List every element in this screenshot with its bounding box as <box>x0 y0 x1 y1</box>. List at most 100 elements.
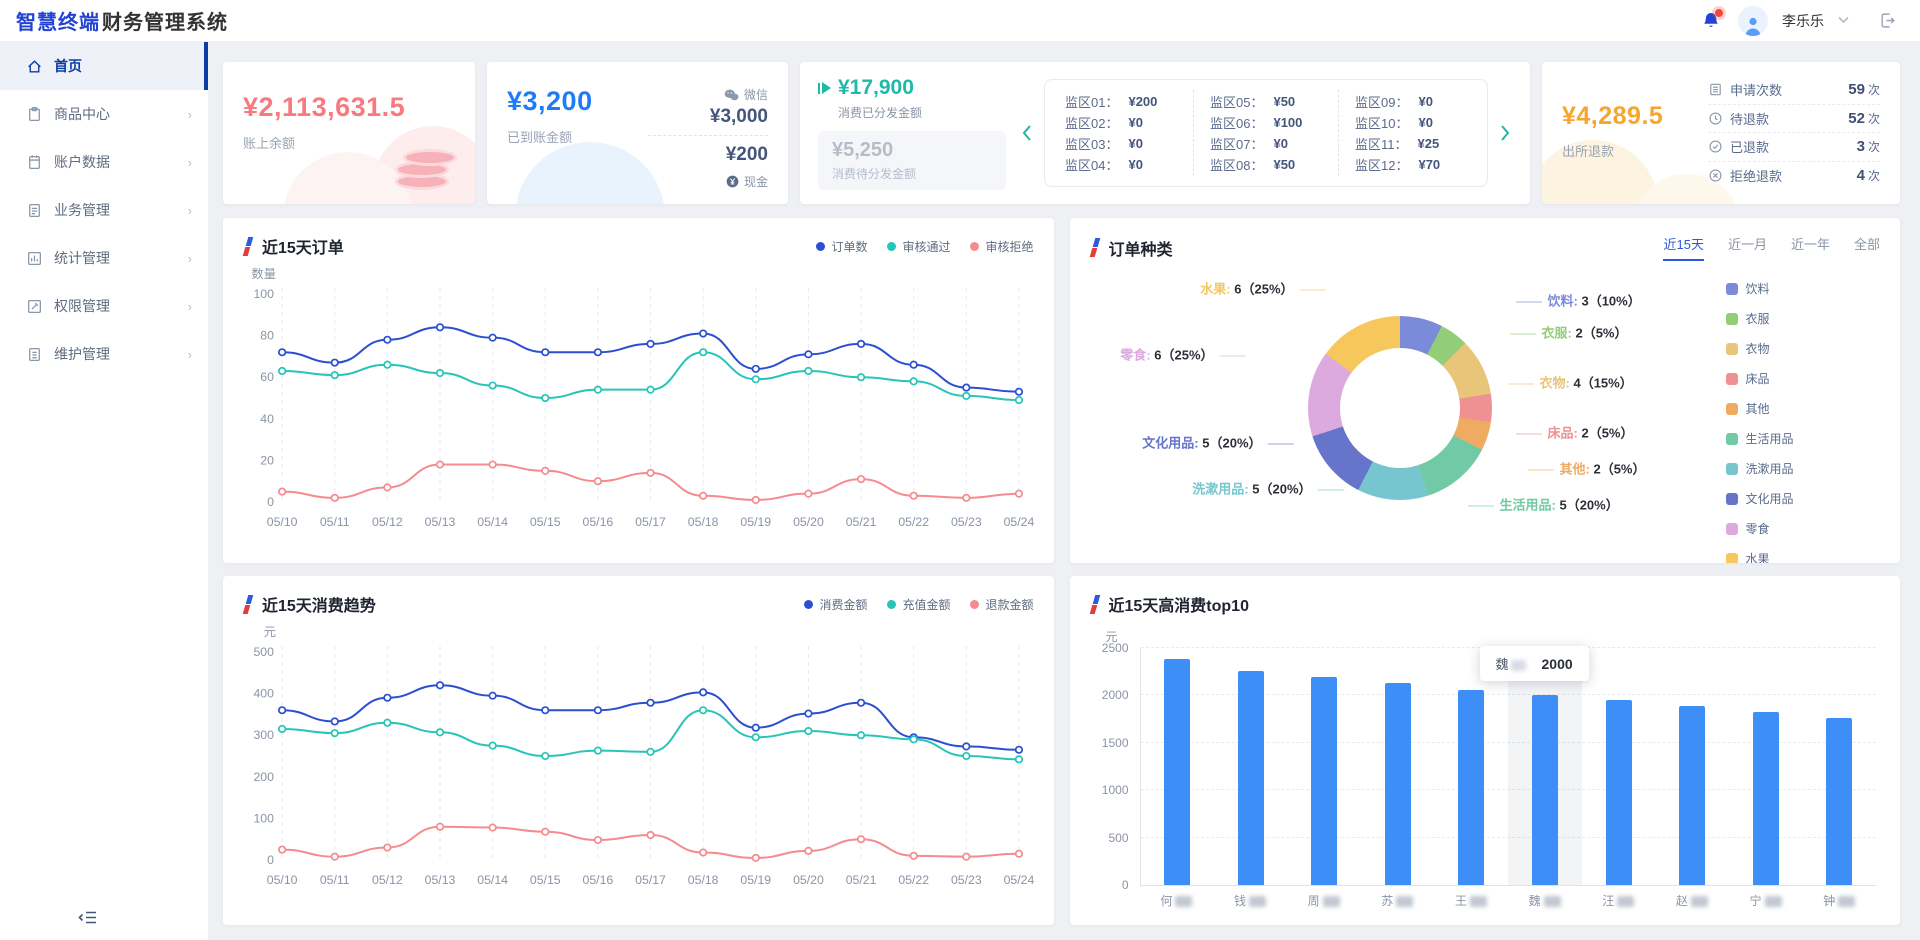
bar-5[interactable] <box>1532 695 1558 885</box>
bar-tooltip: 魏2000 <box>1480 646 1589 681</box>
sidebar-item-label: 账户数据 <box>54 152 110 172</box>
tooltip-value: 2000 <box>1542 656 1573 672</box>
bar-3[interactable] <box>1385 683 1411 885</box>
chevron-right-icon: › <box>188 299 192 314</box>
legend-item[interactable]: 消费金额 <box>804 596 867 613</box>
sidebar-item-3[interactable]: 业务管理› <box>0 186 208 234</box>
legend-item[interactable]: 充值金额 <box>887 596 950 613</box>
zone-row: 监区02：¥0 <box>1065 113 1177 132</box>
bar-1[interactable] <box>1238 671 1264 885</box>
donut-label-饮料: 饮料: 3（10%） <box>1510 291 1641 310</box>
legend-swatch-icon <box>1726 463 1738 475</box>
title-marker-icon <box>1090 238 1101 257</box>
bar-7[interactable] <box>1679 706 1705 885</box>
arrived-label: 已到账金额 <box>507 127 593 146</box>
user-icon <box>1742 14 1764 36</box>
masked-name <box>1175 896 1192 907</box>
legend-dot-icon <box>970 242 979 251</box>
sidebar-item-0[interactable]: 首页 <box>0 42 208 90</box>
bar-6[interactable] <box>1606 700 1632 885</box>
svg-text:05/18: 05/18 <box>688 515 719 529</box>
clock-icon <box>1708 111 1723 126</box>
category-legend-item[interactable]: 其他 <box>1726 400 1794 417</box>
wechat-value: ¥3,000 <box>648 106 768 128</box>
carousel-next-button[interactable] <box>1498 123 1512 143</box>
tab-近一月[interactable]: 近一月 <box>1728 234 1767 261</box>
legend-swatch-icon <box>1726 523 1738 535</box>
legend-label: 订单数 <box>831 238 867 255</box>
zone-value: ¥0 <box>1128 115 1142 130</box>
refund-value: ¥4,289.5 <box>1562 102 1708 131</box>
category-legend-item[interactable]: 水果 <box>1726 550 1794 563</box>
notification-badge <box>1715 9 1723 17</box>
reject-circle-icon <box>1708 168 1723 183</box>
zone-value: ¥0 <box>1128 157 1142 172</box>
title-marker-icon <box>243 237 254 256</box>
tab-近一年[interactable]: 近一年 <box>1791 234 1830 261</box>
sidebar-item-4[interactable]: 统计管理› <box>0 234 208 282</box>
legend-item[interactable]: 审核拒绝 <box>970 238 1033 255</box>
svg-text:05/10: 05/10 <box>267 873 298 887</box>
legend-label: 洗漱用品 <box>1746 460 1794 477</box>
sidebar-item-6[interactable]: 维护管理› <box>0 330 208 378</box>
notifications-button[interactable] <box>1698 8 1724 34</box>
category-legend-item[interactable]: 床品 <box>1726 370 1794 387</box>
sidebar-item-1[interactable]: 商品中心› <box>0 90 208 138</box>
app-logo: 智慧终端 财务管理系统 <box>16 6 228 35</box>
top10-chart-title: 近15天高消费top10 <box>1109 592 1249 616</box>
svg-text:05/13: 05/13 <box>425 873 456 887</box>
refund-row-unit: 次 <box>1868 83 1880 97</box>
callout-line <box>1300 290 1326 291</box>
legend-swatch-icon <box>1726 283 1738 295</box>
pending-panel: ¥5,250 消费待分发金额 <box>818 131 1006 190</box>
category-legend-item[interactable]: 生活用品 <box>1726 430 1794 447</box>
bar-2[interactable] <box>1311 677 1337 885</box>
category-legend-item[interactable]: 文化用品 <box>1726 490 1794 507</box>
sidebar-item-2[interactable]: 账户数据 › <box>0 138 208 186</box>
legend-item[interactable]: 审核通过 <box>887 238 950 255</box>
logout-button[interactable] <box>1879 12 1896 29</box>
svg-text:05/14: 05/14 <box>477 873 508 887</box>
bar-8[interactable] <box>1753 712 1779 885</box>
category-legend-item[interactable]: 零食 <box>1726 520 1794 537</box>
carousel-prev-button[interactable] <box>1020 123 1034 143</box>
masked-name <box>1249 896 1266 907</box>
donut-label-洗漱用品: 洗漱用品: 5（20%） <box>1192 479 1349 498</box>
refund-row: 待退款52次 <box>1708 105 1880 134</box>
chevron-right-icon: › <box>188 155 192 170</box>
refund-row-number: 52 <box>1848 110 1865 127</box>
callout-line <box>1220 356 1246 357</box>
refund-row-number: 4 <box>1857 167 1865 184</box>
category-legend-item[interactable]: 洗漱用品 <box>1726 460 1794 477</box>
tab-全部[interactable]: 全部 <box>1854 234 1880 261</box>
refund-row-label: 已退款 <box>1730 137 1769 156</box>
legend-item[interactable]: 退款金额 <box>970 596 1033 613</box>
main-content: ¥2,113,631.5 账上余额 ¥3,200 已到账金额 微信 ¥3,000 <box>208 42 1920 940</box>
chevron-right-icon: › <box>188 251 192 266</box>
zone-row: 监区05：¥50 <box>1210 92 1322 111</box>
tab-近15天[interactable]: 近15天 <box>1663 234 1703 261</box>
category-donut-chart[interactable] <box>1308 316 1492 500</box>
collapse-sidebar-button[interactable] <box>78 910 97 930</box>
svg-text:05/11: 05/11 <box>320 515 350 529</box>
category-legend-item[interactable]: 衣物 <box>1726 340 1794 357</box>
category-legend-item[interactable]: 衣服 <box>1726 310 1794 327</box>
legend-dot-icon <box>816 242 825 251</box>
sidebar-item-5[interactable]: 权限管理› <box>0 282 208 330</box>
bar-x-label: 何 <box>1140 892 1214 909</box>
balance-card: ¥2,113,631.5 账上余额 <box>223 62 475 204</box>
zone-name: 监区08： <box>1210 155 1263 174</box>
avatar[interactable] <box>1738 6 1768 36</box>
legend-item[interactable]: 订单数 <box>816 238 867 255</box>
bar-0[interactable] <box>1164 659 1190 885</box>
bar-4[interactable] <box>1458 690 1484 885</box>
category-legend-item[interactable]: 饮料 <box>1726 280 1794 297</box>
bar-9[interactable] <box>1826 718 1852 885</box>
svg-text:05/18: 05/18 <box>688 873 719 887</box>
legend-label: 消费金额 <box>819 596 867 613</box>
donut-label-床品: 床品: 2（5%） <box>1510 423 1634 442</box>
username: 李乐乐 <box>1782 11 1824 31</box>
chevron-right-icon: › <box>188 107 192 122</box>
chevron-down-icon[interactable] <box>1838 15 1849 27</box>
svg-text:05/21: 05/21 <box>846 515 877 529</box>
